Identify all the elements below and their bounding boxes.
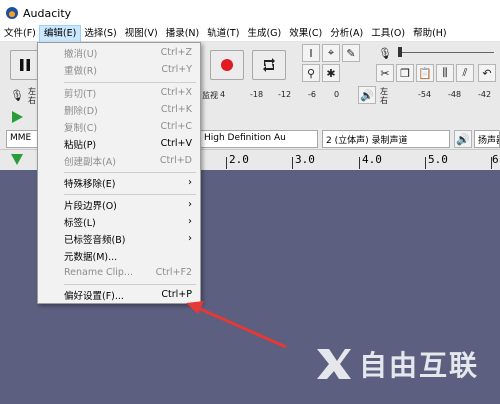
watermark-logo: 自由互联 bbox=[315, 344, 479, 384]
watermark-text: 自由互联 bbox=[359, 349, 480, 382]
watermark-x-icon bbox=[317, 349, 351, 379]
